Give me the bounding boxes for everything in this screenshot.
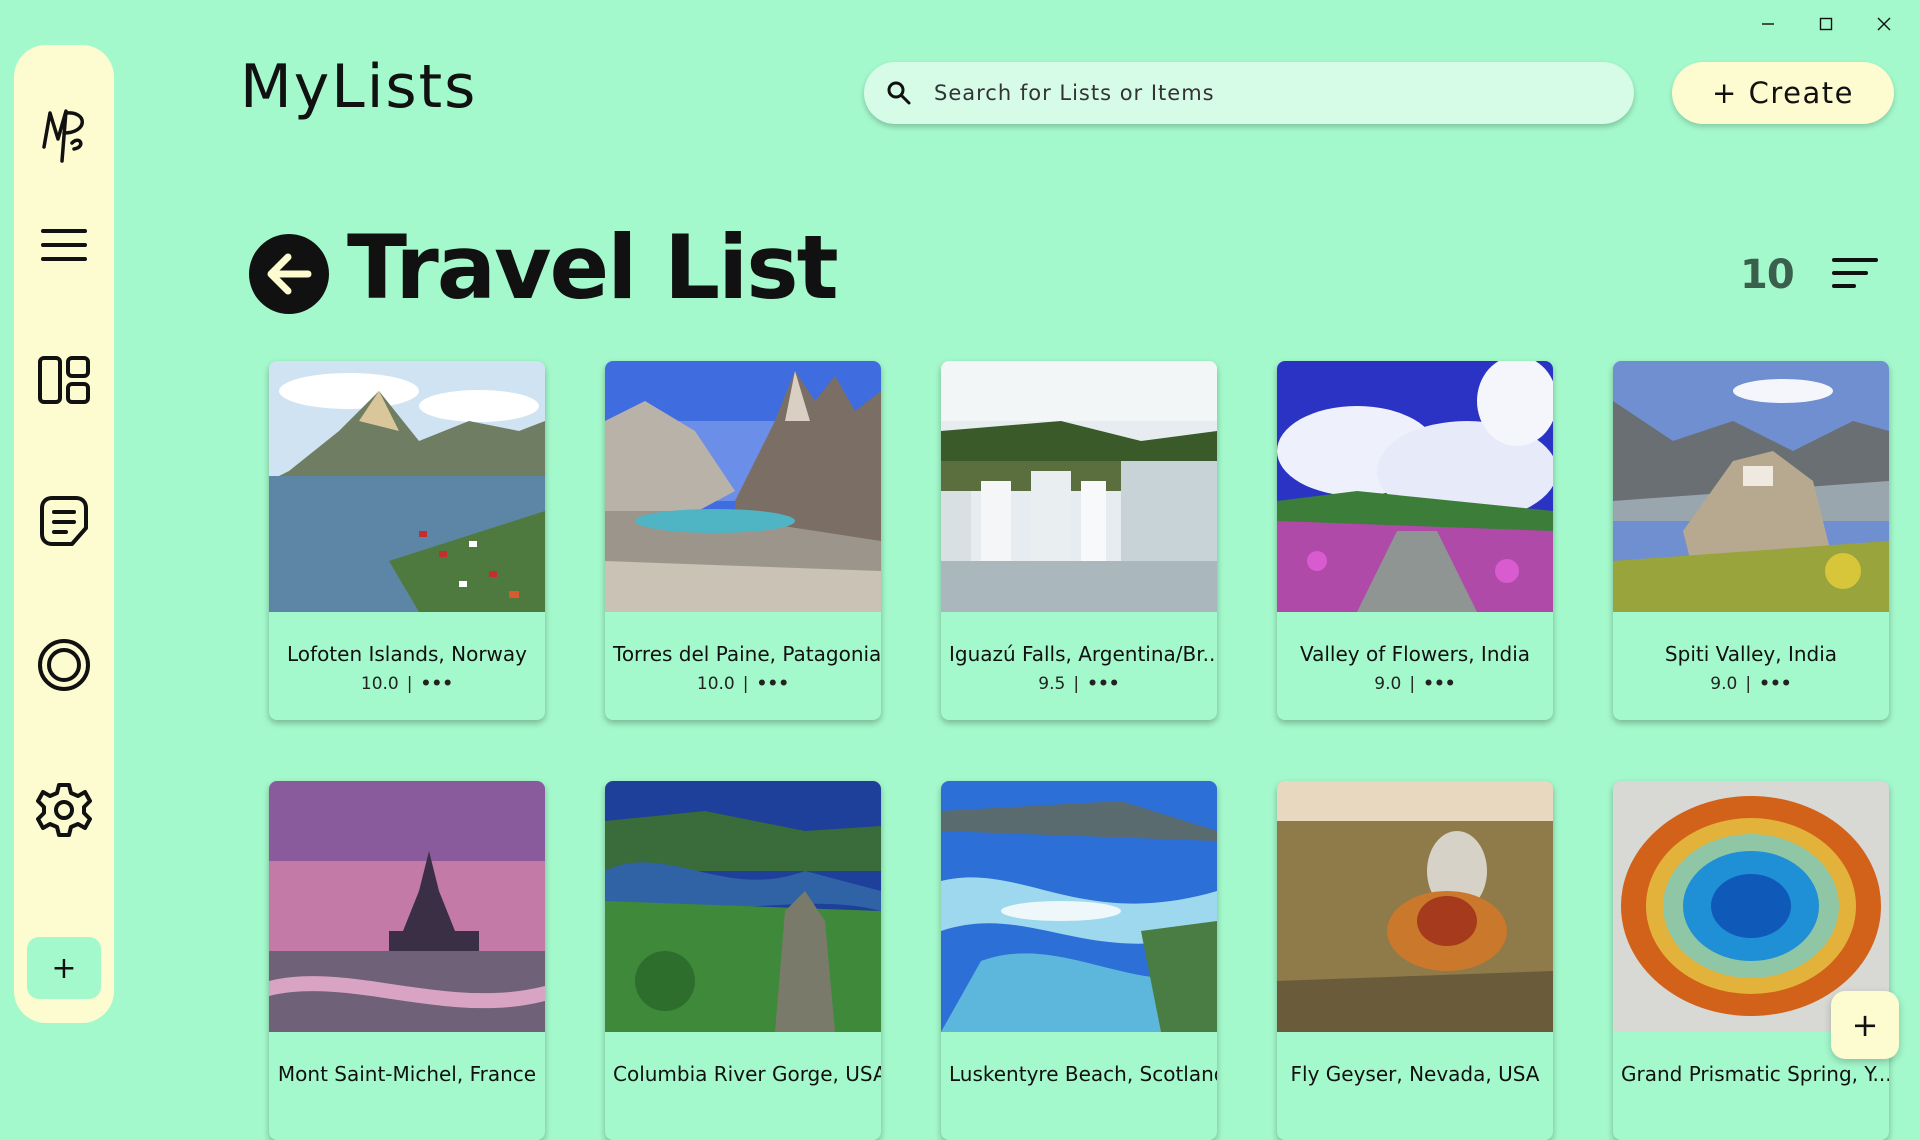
item-image	[269, 781, 545, 1032]
item-name: Torres del Paine, Patagonia	[613, 642, 881, 666]
app-title: MyLists	[240, 52, 478, 122]
item-name: Grand Prismatic Spring, Y...	[1621, 1062, 1889, 1086]
arrow-left-icon	[267, 253, 312, 295]
more-options-icon[interactable]: •••	[1087, 674, 1120, 694]
item-image	[941, 361, 1217, 612]
dashboard-icon[interactable]	[14, 345, 114, 415]
item-meta: 9.0 | •••	[1277, 674, 1553, 694]
item-name: Iguazú Falls, Argentina/Br...	[949, 642, 1217, 666]
settings-icon[interactable]	[14, 775, 114, 845]
item-name: Luskentyre Beach, Scotland	[949, 1062, 1217, 1086]
item-name: Mont Saint-Michel, France	[277, 1062, 537, 1086]
list-item[interactable]: Iguazú Falls, Argentina/Br... 9.5 | •••	[941, 361, 1217, 720]
add-item-button[interactable]: +	[1831, 991, 1899, 1059]
create-button[interactable]: + Create	[1672, 62, 1894, 124]
more-options-icon[interactable]: •••	[756, 674, 789, 694]
item-meta: 10.0 | •••	[269, 674, 545, 694]
more-options-icon[interactable]: •••	[1759, 674, 1792, 694]
item-image	[1277, 361, 1553, 612]
list-item[interactable]: Columbia River Gorge, USA	[605, 781, 881, 1140]
list-item[interactable]: Spiti Valley, India 9.0 | •••	[1613, 361, 1889, 720]
item-meta: 10.0 | •••	[605, 674, 881, 694]
list-item[interactable]: Torres del Paine, Patagonia 10.0 | •••	[605, 361, 881, 720]
item-image	[1613, 361, 1889, 612]
notes-icon[interactable]	[14, 485, 114, 555]
maximize-icon[interactable]	[1808, 12, 1844, 36]
item-name: Spiti Valley, India	[1664, 642, 1838, 666]
item-name: Fly Geyser, Nevada, USA	[1290, 1062, 1540, 1086]
list-item[interactable]: Mont Saint-Michel, France	[269, 781, 545, 1140]
page-title: Travel List	[347, 216, 839, 319]
item-rating: 10.0	[696, 674, 735, 694]
item-name: Valley of Flowers, India	[1299, 642, 1531, 666]
search-input[interactable]	[932, 80, 1576, 106]
item-meta: 9.5 | •••	[941, 674, 1217, 694]
close-icon[interactable]	[1866, 12, 1902, 36]
sidebar: +	[14, 45, 114, 1023]
minimize-icon[interactable]	[1750, 12, 1786, 36]
item-name: Lofoten Islands, Norway	[287, 642, 527, 666]
item-rating: 9.0	[1710, 674, 1738, 694]
search-icon	[887, 81, 911, 105]
meta-separator: |	[1073, 674, 1080, 694]
item-image	[605, 361, 881, 612]
item-meta: 9.0 | •••	[1613, 674, 1889, 694]
sort-icon	[1832, 258, 1878, 288]
meta-separator: |	[1409, 674, 1416, 694]
meta-separator: |	[1745, 674, 1752, 694]
window-controls	[1750, 12, 1902, 36]
item-image	[1277, 781, 1553, 1032]
item-rating: 9.5	[1038, 674, 1066, 694]
app-logo[interactable]	[14, 95, 114, 175]
item-image	[941, 781, 1217, 1032]
sort-button[interactable]	[1830, 255, 1880, 291]
meta-separator: |	[742, 674, 749, 694]
back-button[interactable]	[249, 234, 329, 314]
more-options-icon[interactable]: •••	[1423, 674, 1456, 694]
item-image	[269, 361, 545, 612]
menu-icon[interactable]	[14, 215, 114, 275]
list-item[interactable]: Lofoten Islands, Norway 10.0 | •••	[269, 361, 545, 720]
item-rating: 9.0	[1374, 674, 1402, 694]
item-name: Columbia River Gorge, USA	[613, 1062, 881, 1086]
more-options-icon[interactable]: •••	[420, 674, 453, 694]
list-item[interactable]: Luskentyre Beach, Scotland	[941, 781, 1217, 1140]
sidebar-add-button[interactable]: +	[27, 937, 101, 999]
list-item[interactable]: Grand Prismatic Spring, Y...	[1613, 781, 1889, 1140]
search-bar[interactable]	[864, 62, 1634, 124]
item-image	[605, 781, 881, 1032]
list-item[interactable]: Valley of Flowers, India 9.0 | •••	[1277, 361, 1553, 720]
item-count: 10	[1740, 252, 1795, 298]
list-item[interactable]: Fly Geyser, Nevada, USA	[1277, 781, 1553, 1140]
ring-icon[interactable]	[14, 630, 114, 700]
item-rating: 10.0	[360, 674, 399, 694]
meta-separator: |	[406, 674, 413, 694]
